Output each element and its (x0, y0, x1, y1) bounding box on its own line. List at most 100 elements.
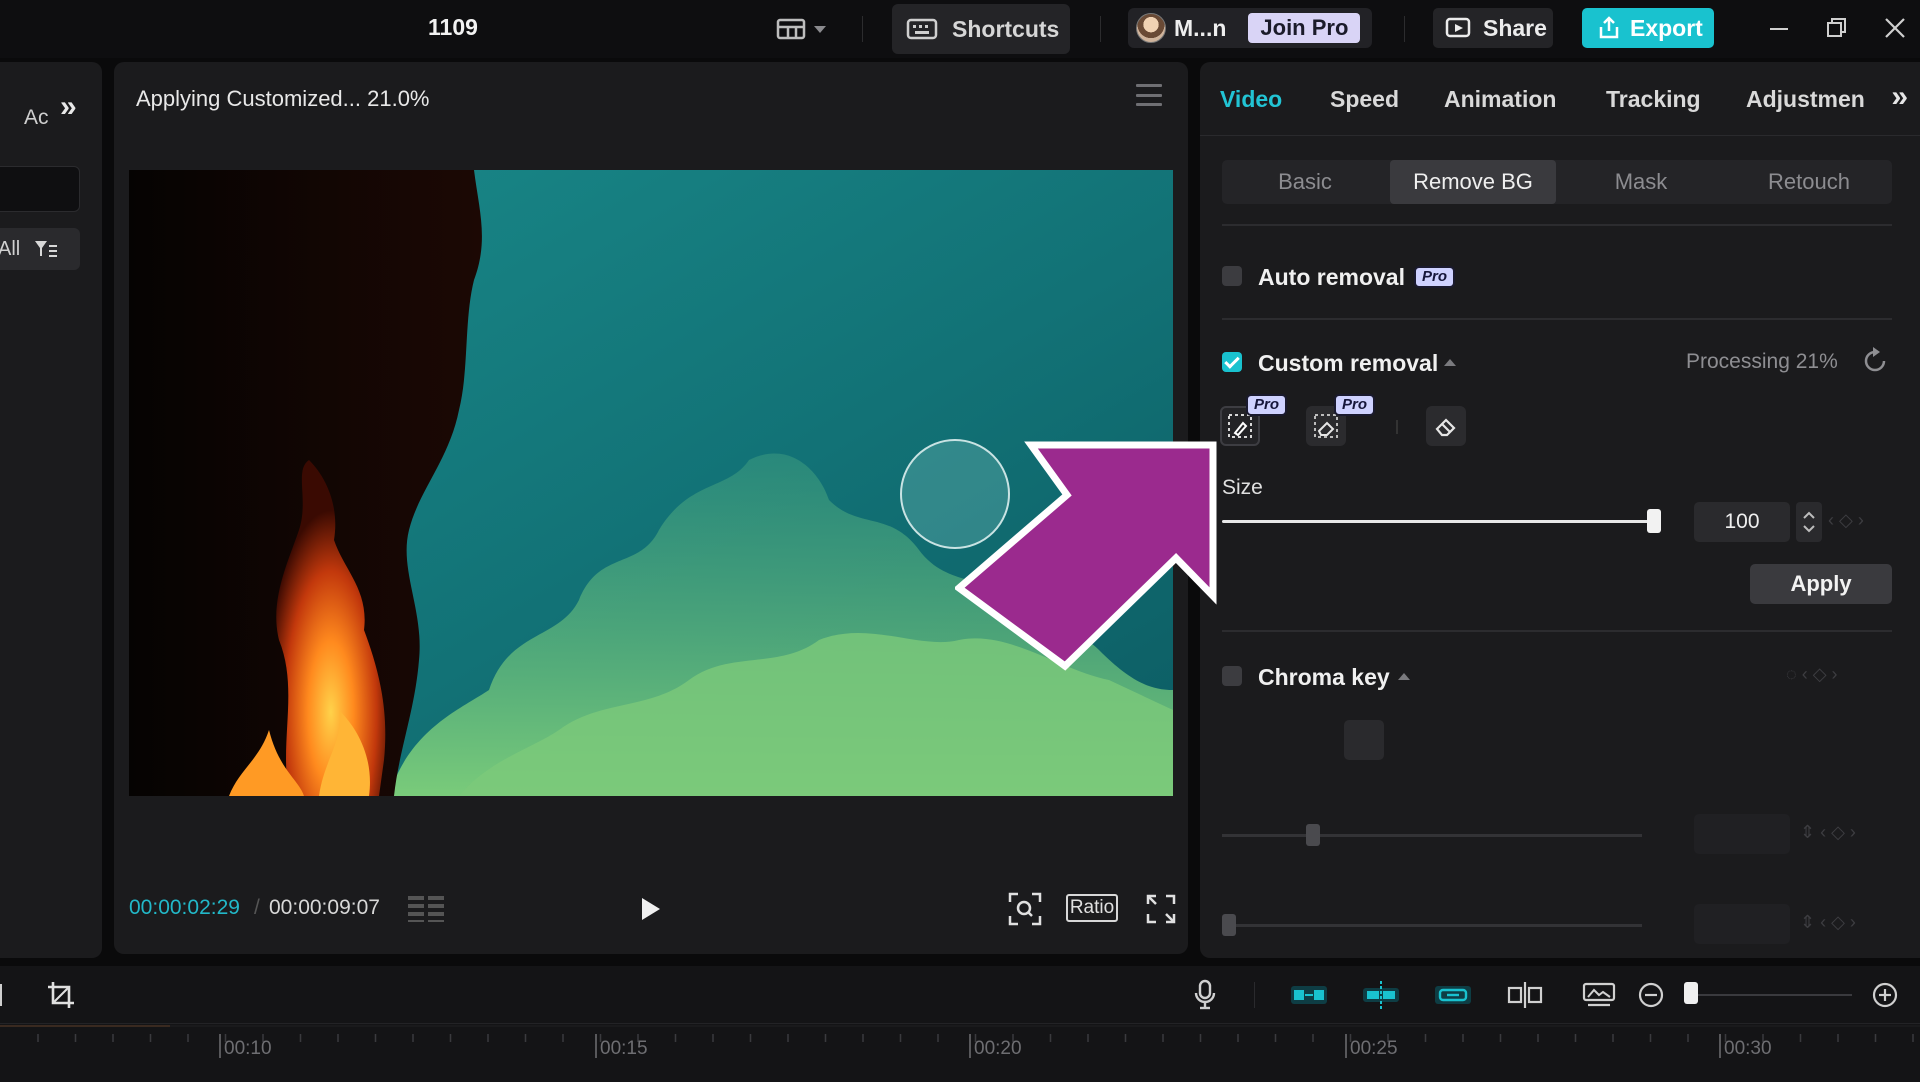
zoom-fit-icon[interactable] (1008, 892, 1042, 926)
restore-button[interactable] (1822, 12, 1852, 44)
video-player: Applying Customized... 21.0% 00:00:02:29… (114, 62, 1188, 954)
join-pro-button[interactable]: Join Pro (1248, 13, 1361, 43)
preview-axis-button[interactable] (1506, 976, 1544, 1014)
chroma-slider-track[interactable] (1222, 834, 1642, 837)
ruler-label: 00:25 (1350, 1038, 1398, 1059)
size-stepper[interactable] (1796, 502, 1822, 542)
shadow-slider-handle[interactable] (1222, 914, 1236, 936)
divider (1254, 982, 1255, 1008)
timeline-zoom-track[interactable] (1696, 994, 1852, 996)
color-picker-swatch[interactable] (1344, 720, 1384, 760)
collapse-caret-icon[interactable] (1444, 359, 1456, 366)
divider (862, 16, 863, 42)
custom-removal-label: Custom removal (1258, 350, 1439, 376)
media-filter-button[interactable]: All (0, 228, 80, 270)
collapse-caret-icon[interactable] (1398, 673, 1410, 680)
ruler-label: 00:30 (1724, 1038, 1772, 1059)
microphone-button[interactable] (1186, 976, 1224, 1014)
minimize-button[interactable] (1764, 12, 1794, 44)
custom-removal-checkbox[interactable] (1222, 352, 1242, 372)
subtab-mask[interactable]: Mask (1558, 160, 1724, 204)
avatar[interactable] (1136, 13, 1166, 43)
tab-tracking[interactable]: Tracking (1606, 86, 1701, 113)
more-tabs-icon[interactable]: » (1889, 80, 1908, 114)
main-track-magnet-button[interactable] (1290, 976, 1328, 1014)
apply-button[interactable]: Apply (1750, 564, 1892, 604)
user-account[interactable]: M...n Join Pro (1128, 8, 1372, 48)
chroma-key-checkbox[interactable] (1222, 666, 1242, 686)
chroma-slider-handle[interactable] (1306, 824, 1320, 846)
smart-eraser-icon (1314, 414, 1338, 438)
minimize-icon (1770, 28, 1788, 30)
chevron-down-icon (814, 25, 826, 33)
timeline-zoom-handle[interactable] (1684, 982, 1698, 1004)
tab-animation[interactable]: Animation (1444, 86, 1556, 113)
current-timecode: 00:00:02:29 (129, 896, 240, 919)
zoom-in-icon (1872, 982, 1898, 1008)
linkage-button[interactable] (1434, 976, 1472, 1014)
shadow-slider-track[interactable] (1222, 924, 1642, 927)
timeline-toolbar (0, 966, 1920, 1024)
size-slider-track[interactable] (1222, 520, 1652, 523)
shadow-value-input[interactable] (1694, 904, 1790, 944)
inspector-tabs: Video Speed Animation Tracking Adjustmen… (1200, 62, 1920, 136)
divider (1222, 630, 1892, 632)
zoom-in-button[interactable] (1866, 976, 1904, 1014)
video-preview[interactable] (129, 170, 1173, 796)
split-icon[interactable] (0, 976, 20, 1014)
subtab-basic[interactable]: Basic (1222, 160, 1388, 204)
processing-text: Processing 21% (1686, 350, 1838, 373)
share-label: Share (1483, 14, 1547, 41)
media-panel: Ac » All (0, 62, 102, 958)
eraser-button[interactable] (1426, 406, 1466, 446)
chroma-value-input[interactable] (1694, 814, 1790, 854)
subtab-remove-bg[interactable]: Remove BG (1390, 160, 1556, 204)
thumbnail-view-button[interactable] (1580, 976, 1618, 1014)
close-icon (1885, 18, 1905, 38)
tab-video[interactable]: Video (1220, 86, 1282, 113)
zoom-out-icon (1638, 982, 1664, 1008)
auto-removal-label: Auto removal (1258, 264, 1405, 290)
close-button[interactable] (1880, 12, 1910, 44)
shortcuts-button[interactable]: Shortcuts (892, 4, 1070, 54)
timeline-ruler[interactable] (0, 1024, 1920, 1082)
keyframe-nav-icon: ⇕ ‹ ◇ › (1800, 912, 1856, 932)
thumbnail-icon (1582, 982, 1616, 1007)
ratio-button[interactable]: Ratio (1066, 894, 1118, 922)
reset-icon[interactable] (1860, 346, 1890, 376)
keyframe-nav-icon: ⇕ ‹ ◇ › (1800, 822, 1856, 842)
player-menu-icon[interactable] (1136, 84, 1162, 106)
crop-button[interactable] (42, 976, 80, 1014)
link-icon (1435, 986, 1471, 1004)
export-button[interactable]: Export (1582, 8, 1714, 48)
tab-speed[interactable]: Speed (1330, 86, 1399, 113)
media-search-input[interactable] (0, 166, 80, 212)
timecode-list-icon[interactable] (408, 894, 448, 922)
timecode-separator: / (254, 896, 260, 919)
size-slider-handle[interactable] (1647, 509, 1661, 533)
auto-snap-button[interactable] (1362, 976, 1400, 1014)
auto-removal-checkbox[interactable] (1222, 266, 1242, 286)
top-bar: 1109 Shortcuts M...n Join Pro Share Expo… (0, 0, 1920, 58)
layout-button[interactable] (776, 12, 838, 46)
project-title[interactable]: 1109 (428, 14, 478, 41)
restore-icon (1827, 18, 1846, 37)
subtab-retouch[interactable]: Retouch (1726, 160, 1892, 204)
layout-icon (776, 18, 806, 40)
zoom-out-button[interactable] (1632, 976, 1670, 1014)
filter-label: All (0, 237, 21, 260)
size-input[interactable]: 100 (1694, 502, 1790, 542)
ruler-label: 00:20 (974, 1038, 1022, 1059)
filter-icon (35, 241, 58, 257)
play-button[interactable] (642, 898, 660, 920)
user-name: M...n (1174, 14, 1227, 41)
snap-icon (1363, 981, 1399, 1009)
tab-adjustment[interactable]: Adjustmen (1746, 86, 1865, 113)
video-frame-image (129, 170, 1173, 796)
expand-panel-icon[interactable]: » (60, 90, 77, 124)
share-button[interactable]: Share (1433, 8, 1553, 48)
export-icon (1599, 16, 1619, 39)
fullscreen-icon[interactable] (1144, 892, 1178, 926)
share-icon (1445, 17, 1471, 38)
keyframe-nav-icon: ◌ ‹ ◇ › (1786, 664, 1838, 684)
